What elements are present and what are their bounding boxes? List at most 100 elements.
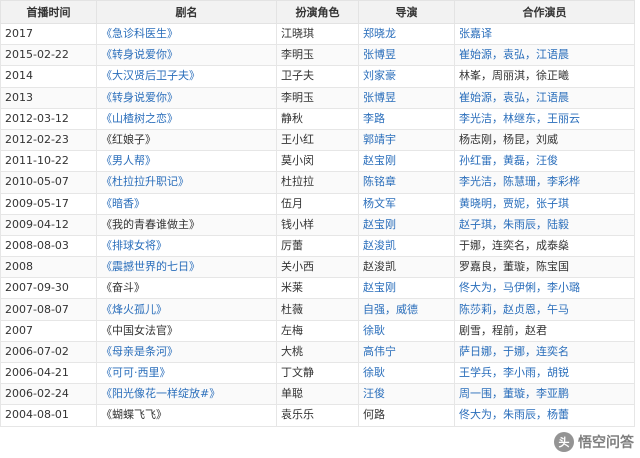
cell-director[interactable]: 郑晓龙 — [358, 22, 455, 46]
cell-title[interactable]: 《母亲是条河》 — [96, 340, 277, 364]
cell-title[interactable]: 《山楂树之恋》 — [96, 107, 277, 130]
cell-cast[interactable]: 陈莎莉，赵贞恩，午马 — [454, 298, 635, 321]
cell-director-link[interactable]: 郭靖宇 — [363, 133, 396, 146]
cell-title-link[interactable]: 《可可·西里》 — [101, 366, 171, 379]
cell-cast[interactable]: 崔始源，袁弘，江语晨 — [454, 86, 635, 109]
cell-cast-link[interactable]: 崔始源，袁弘，江语晨 — [459, 91, 569, 104]
cell-director-link[interactable]: 李路 — [363, 112, 385, 125]
cell-title-link[interactable]: 《转身说爱你》 — [101, 48, 178, 61]
cell-cast[interactable]: 周一围，董璇，李亚鹏 — [454, 383, 635, 406]
cell-cast-link[interactable]: 张嘉译 — [459, 27, 492, 40]
cell-title-link[interactable]: 《大汉贤后卫子夫》 — [101, 69, 200, 82]
cell-director[interactable]: 赵浚凯 — [358, 234, 455, 258]
cell-cast-link[interactable]: 崔始源，袁弘，江语晨 — [459, 48, 569, 61]
cell-title-link[interactable]: 《排球女将》 — [101, 239, 167, 252]
cell-director[interactable]: 陈铭章 — [358, 171, 455, 194]
table-row: 2004-08-01 《蝴蝶飞飞》 袁乐乐 何路 佟大为，朱雨辰，杨蕾 — [0, 404, 635, 427]
cell-title-link[interactable]: 《阳光像花一样绽放#》 — [101, 387, 220, 400]
cell-director-link[interactable]: 杨文军 — [363, 197, 396, 210]
cell-director: 赵浚凯 — [358, 256, 455, 279]
cell-director[interactable]: 张博昱 — [358, 44, 455, 67]
cell-director[interactable]: 高伟宁 — [358, 340, 455, 364]
cell-cast-link[interactable]: 李光洁，林继东，王丽云 — [459, 112, 580, 125]
cell-cast[interactable]: 李光洁，林继东，王丽云 — [454, 107, 635, 130]
cell-cast-link[interactable]: 陈莎莉，赵贞恩，午马 — [459, 303, 569, 316]
cell-cast-link[interactable]: 周一围，董璇，李亚鹏 — [459, 387, 569, 400]
cell-cast[interactable]: 赵子琪，朱雨辰，陆毅 — [454, 213, 635, 236]
cell-cast-link[interactable]: 黄晓明，贾妮，张子琪 — [459, 197, 569, 210]
cell-cast-link[interactable]: 赵子琪，朱雨辰，陆毅 — [459, 218, 569, 231]
cell-director[interactable]: 徐耿 — [358, 319, 455, 342]
cell-date: 2012-02-23 — [0, 128, 97, 152]
cell-cast-link[interactable]: 佟大为，马伊俐，李小璐 — [459, 281, 580, 294]
cell-title[interactable]: 《阳光像花一样绽放#》 — [96, 383, 277, 406]
cell-cast[interactable]: 佟大为，马伊俐，李小璐 — [454, 277, 635, 300]
cell-director-link[interactable]: 徐耿 — [363, 324, 385, 337]
cell-director-link[interactable]: 刘家豪 — [363, 69, 396, 82]
cell-title[interactable]: 《男人帮》 — [96, 150, 277, 173]
cell-director[interactable]: 李路 — [358, 107, 455, 130]
cell-date: 2014 — [0, 65, 97, 88]
cell-cast-link[interactable]: 孙红雷，黄磊，汪俊 — [459, 154, 558, 167]
cell-title[interactable]: 《转身说爱你》 — [96, 44, 277, 67]
cell-director-link[interactable]: 郑晓龙 — [363, 27, 396, 40]
cell-title-link[interactable]: 《转身说爱你》 — [101, 91, 178, 104]
cell-title[interactable]: 《烽火孤儿》 — [96, 298, 277, 321]
cell-title-text: 《中国女法官》 — [101, 323, 178, 337]
cell-cast-link[interactable]: 佟大为，朱雨辰，杨蕾 — [459, 408, 569, 421]
cell-director-link[interactable]: 汪俊 — [363, 387, 385, 400]
cell-cast-link[interactable]: 王学兵，李小雨，胡锐 — [459, 366, 569, 379]
cell-title[interactable]: 《震撼世界的七日》 — [96, 256, 277, 279]
cell-title[interactable]: 《转身说爱你》 — [96, 86, 277, 109]
cell-title-link[interactable]: 《杜拉拉升职记》 — [101, 175, 189, 188]
cell-director[interactable]: 杨文军 — [358, 192, 455, 215]
cell-date-text: 2012-03-12 — [5, 111, 69, 125]
cell-title-link[interactable]: 《急诊科医生》 — [101, 27, 178, 40]
cell-title[interactable]: 《大汉贤后卫子夫》 — [96, 65, 277, 88]
cell-director[interactable]: 张博昱 — [358, 86, 455, 109]
cell-director[interactable]: 汪俊 — [358, 383, 455, 406]
cell-title[interactable]: 《排球女将》 — [96, 234, 277, 258]
cell-director-link[interactable]: 张博昱 — [363, 91, 396, 104]
cell-director-link[interactable]: 徐耿 — [363, 366, 385, 379]
cell-cast[interactable]: 王学兵，李小雨，胡锐 — [454, 361, 635, 385]
cell-title-link[interactable]: 《暗香》 — [101, 197, 145, 210]
cell-director[interactable]: 刘家豪 — [358, 65, 455, 88]
cell-director-link[interactable]: 赵宝刚 — [363, 281, 396, 294]
cell-director-link[interactable]: 自强，威德 — [363, 303, 418, 316]
cell-title-link[interactable]: 《母亲是条河》 — [101, 345, 178, 358]
cell-cast: 杨志刚，杨昆，刘威 — [454, 128, 635, 152]
cell-role: 静秋 — [276, 107, 359, 130]
cell-director-link[interactable]: 赵宝刚 — [363, 154, 396, 167]
cell-title[interactable]: 《杜拉拉升职记》 — [96, 171, 277, 194]
cell-cast[interactable]: 孙红雷，黄磊，汪俊 — [454, 150, 635, 173]
cell-director-link[interactable]: 赵浚凯 — [363, 239, 396, 252]
cell-cast[interactable]: 佟大为，朱雨辰，杨蕾 — [454, 404, 635, 427]
table-row: 2007-09-30 《奋斗》 米莱 赵宝刚 佟大为，马伊俐，李小璐 — [0, 277, 635, 300]
cell-cast: 林峯，周丽淇，徐正曦 — [454, 65, 635, 88]
cell-director[interactable]: 徐耿 — [358, 361, 455, 385]
cell-cast[interactable]: 崔始源，袁弘，江语晨 — [454, 44, 635, 67]
cell-cast[interactable]: 张嘉译 — [454, 22, 635, 46]
cell-title-link[interactable]: 《山楂树之恋》 — [101, 112, 178, 125]
cell-title-link[interactable]: 《烽火孤儿》 — [101, 303, 167, 316]
cell-title-link[interactable]: 《男人帮》 — [101, 154, 156, 167]
cell-cast[interactable]: 萨日娜，于娜，连奕名 — [454, 340, 635, 364]
cell-cast-link[interactable]: 李光洁，陈慧珊，李彩桦 — [459, 175, 580, 188]
cell-title-link[interactable]: 《震撼世界的七日》 — [101, 260, 200, 273]
cell-director[interactable]: 赵宝刚 — [358, 277, 455, 300]
cell-title[interactable]: 《可可·西里》 — [96, 361, 277, 385]
cell-title[interactable]: 《暗香》 — [96, 192, 277, 215]
cell-director[interactable]: 自强，威德 — [358, 298, 455, 321]
cell-director[interactable]: 郭靖宇 — [358, 128, 455, 152]
cell-director[interactable]: 赵宝刚 — [358, 213, 455, 236]
cell-title[interactable]: 《急诊科医生》 — [96, 22, 277, 46]
cell-cast[interactable]: 李光洁，陈慧珊，李彩桦 — [454, 171, 635, 194]
cell-cast-link[interactable]: 萨日娜，于娜，连奕名 — [459, 345, 569, 358]
cell-director-link[interactable]: 赵宝刚 — [363, 218, 396, 231]
cell-director[interactable]: 赵宝刚 — [358, 150, 455, 173]
cell-director-link[interactable]: 高伟宁 — [363, 345, 396, 358]
cell-director-link[interactable]: 张博昱 — [363, 48, 396, 61]
cell-director-link[interactable]: 陈铭章 — [363, 175, 396, 188]
cell-cast[interactable]: 黄晓明，贾妮，张子琪 — [454, 192, 635, 215]
